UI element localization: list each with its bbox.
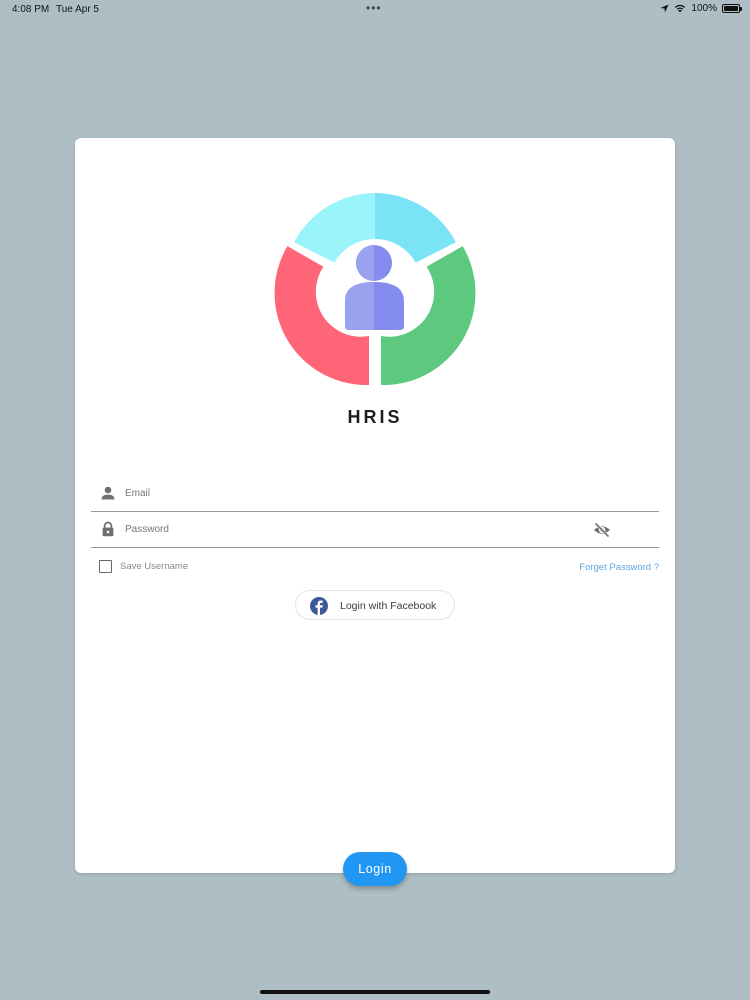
- hris-logo: [274, 193, 476, 386]
- password-field[interactable]: [91, 510, 659, 548]
- status-date: Tue Apr 5: [56, 4, 99, 15]
- app-title: HRIS: [347, 407, 403, 427]
- facebook-login-button[interactable]: Login with Facebook: [295, 590, 455, 620]
- save-username-label: Save Username: [120, 561, 189, 572]
- person-silhouette: [345, 245, 404, 330]
- battery-percentage: 100%: [691, 3, 717, 14]
- status-bar: 4:08 PM Tue Apr 5 ••• 100%: [0, 0, 750, 20]
- battery-icon: [722, 4, 742, 13]
- status-indicators: 100%: [660, 3, 742, 14]
- facebook-login-label: Login with Facebook: [340, 600, 437, 612]
- login-card: HRIS Save Username Forget Password ?: [75, 138, 675, 873]
- person-icon: [101, 486, 115, 500]
- lock-icon: [102, 521, 114, 537]
- email-input[interactable]: [125, 484, 575, 502]
- multitasking-dots[interactable]: •••: [366, 1, 382, 15]
- save-username-checkbox[interactable]: [99, 560, 112, 573]
- wifi-icon: [675, 4, 686, 13]
- location-arrow-icon: [660, 4, 669, 13]
- login-button[interactable]: Login: [343, 852, 407, 886]
- save-username-row[interactable]: Save Username: [99, 560, 188, 573]
- password-input[interactable]: [125, 520, 575, 538]
- status-time: 4:08 PM: [12, 4, 50, 15]
- eye-off-icon[interactable]: [593, 522, 611, 538]
- email-field[interactable]: [91, 474, 659, 512]
- home-indicator[interactable]: [260, 990, 490, 994]
- forget-password-link[interactable]: Forget Password ?: [579, 562, 659, 573]
- facebook-icon: [310, 597, 328, 615]
